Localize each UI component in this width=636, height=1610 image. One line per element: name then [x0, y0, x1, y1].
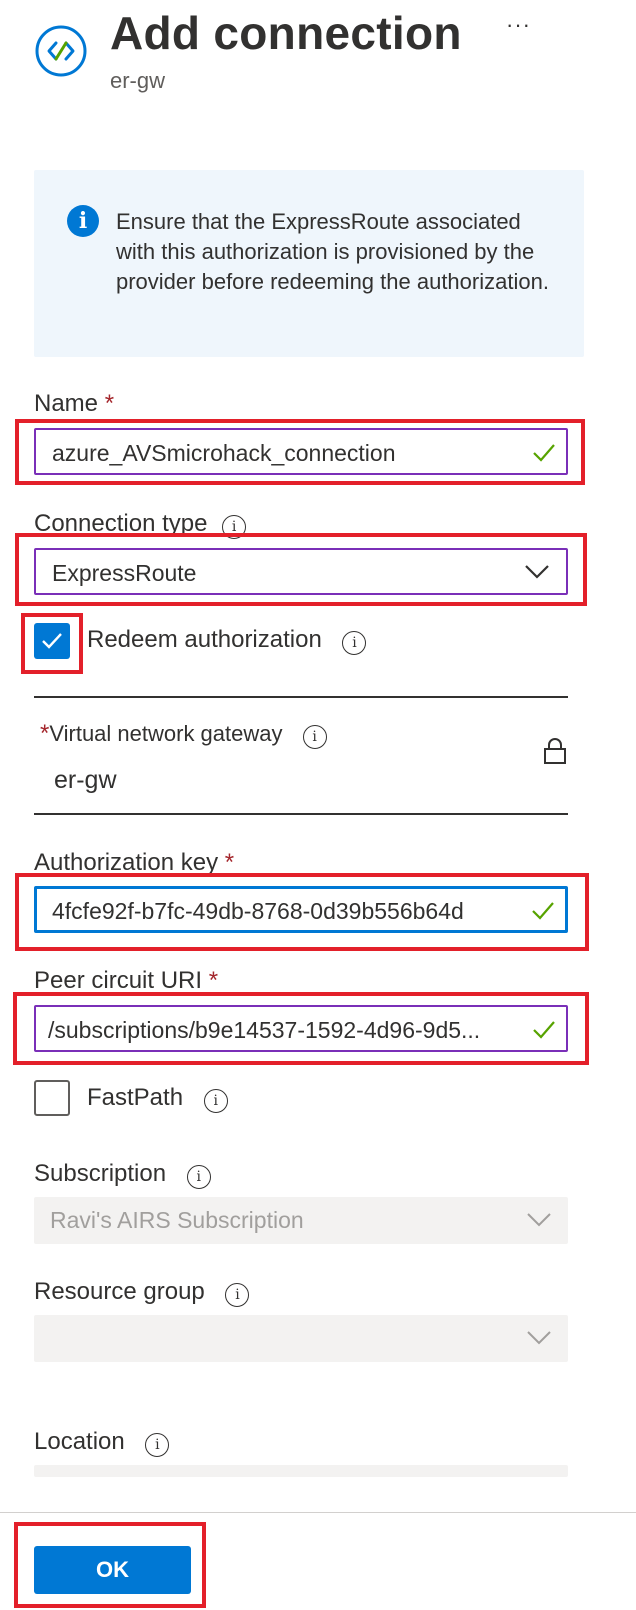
peer-circuit-uri-input[interactable]: /subscriptions/b9e14537-1592-4d96-9d5... [34, 1005, 568, 1052]
name-label: Name * [34, 390, 115, 417]
section-divider [34, 696, 568, 698]
resource-group-select [34, 1315, 568, 1362]
subscription-label: Subscription i [34, 1160, 211, 1189]
info-circle-icon[interactable]: i [145, 1433, 170, 1457]
chevron-down-icon [525, 565, 549, 579]
info-circle-icon[interactable]: i [342, 631, 367, 655]
info-circle-icon[interactable]: i [186, 1165, 211, 1189]
info-circle-icon[interactable]: i [225, 1283, 250, 1307]
required-marker: * [224, 849, 235, 876]
subscription-select: Ravi's AIRS Subscription [34, 1197, 568, 1244]
location-label: Location i [34, 1428, 170, 1457]
footer-divider [0, 1512, 636, 1513]
name-input[interactable]: azure_AVSmicrohack_connection [34, 428, 568, 475]
checkmark-icon [533, 1021, 555, 1039]
chevron-down-icon [527, 1213, 551, 1227]
virtual-network-gateway-label: *Virtual network gateway i [40, 720, 327, 749]
chevron-down-icon [527, 1331, 551, 1345]
redeem-authorization-checkbox[interactable] [34, 623, 70, 659]
checkmark-icon [42, 633, 62, 649]
ok-button[interactable]: OK [34, 1546, 191, 1594]
peer-circuit-uri-label: Peer circuit URI * [34, 967, 219, 994]
required-marker: * [104, 390, 115, 417]
fastpath-checkbox[interactable] [34, 1080, 70, 1116]
connection-icon [34, 24, 88, 78]
checkmark-icon [532, 902, 554, 920]
resource-group-label: Resource group i [34, 1278, 250, 1307]
more-options-button[interactable]: ··· [506, 12, 531, 38]
lock-icon [544, 738, 566, 764]
location-select [34, 1465, 568, 1477]
info-circle-icon[interactable]: i [302, 725, 327, 749]
section-divider [34, 813, 568, 815]
page-subtitle: er-gw [110, 68, 166, 93]
required-marker: * [208, 967, 219, 994]
redeem-authorization-label: Redeem authorization i [87, 626, 367, 655]
page-title: Add connection [110, 7, 462, 59]
info-icon: i [67, 205, 99, 237]
virtual-network-gateway-value: er-gw [54, 766, 117, 794]
info-banner-text: Ensure that the ExpressRoute associated … [116, 209, 549, 294]
connection-type-select[interactable]: ExpressRoute [34, 548, 568, 595]
info-circle-icon[interactable]: i [203, 1089, 228, 1113]
checkmark-icon [533, 444, 555, 462]
authorization-key-input[interactable]: 4fcfe92f-b7fc-49db-8768-0d39b556b64d [34, 886, 568, 933]
fastpath-label: FastPath i [87, 1084, 228, 1113]
